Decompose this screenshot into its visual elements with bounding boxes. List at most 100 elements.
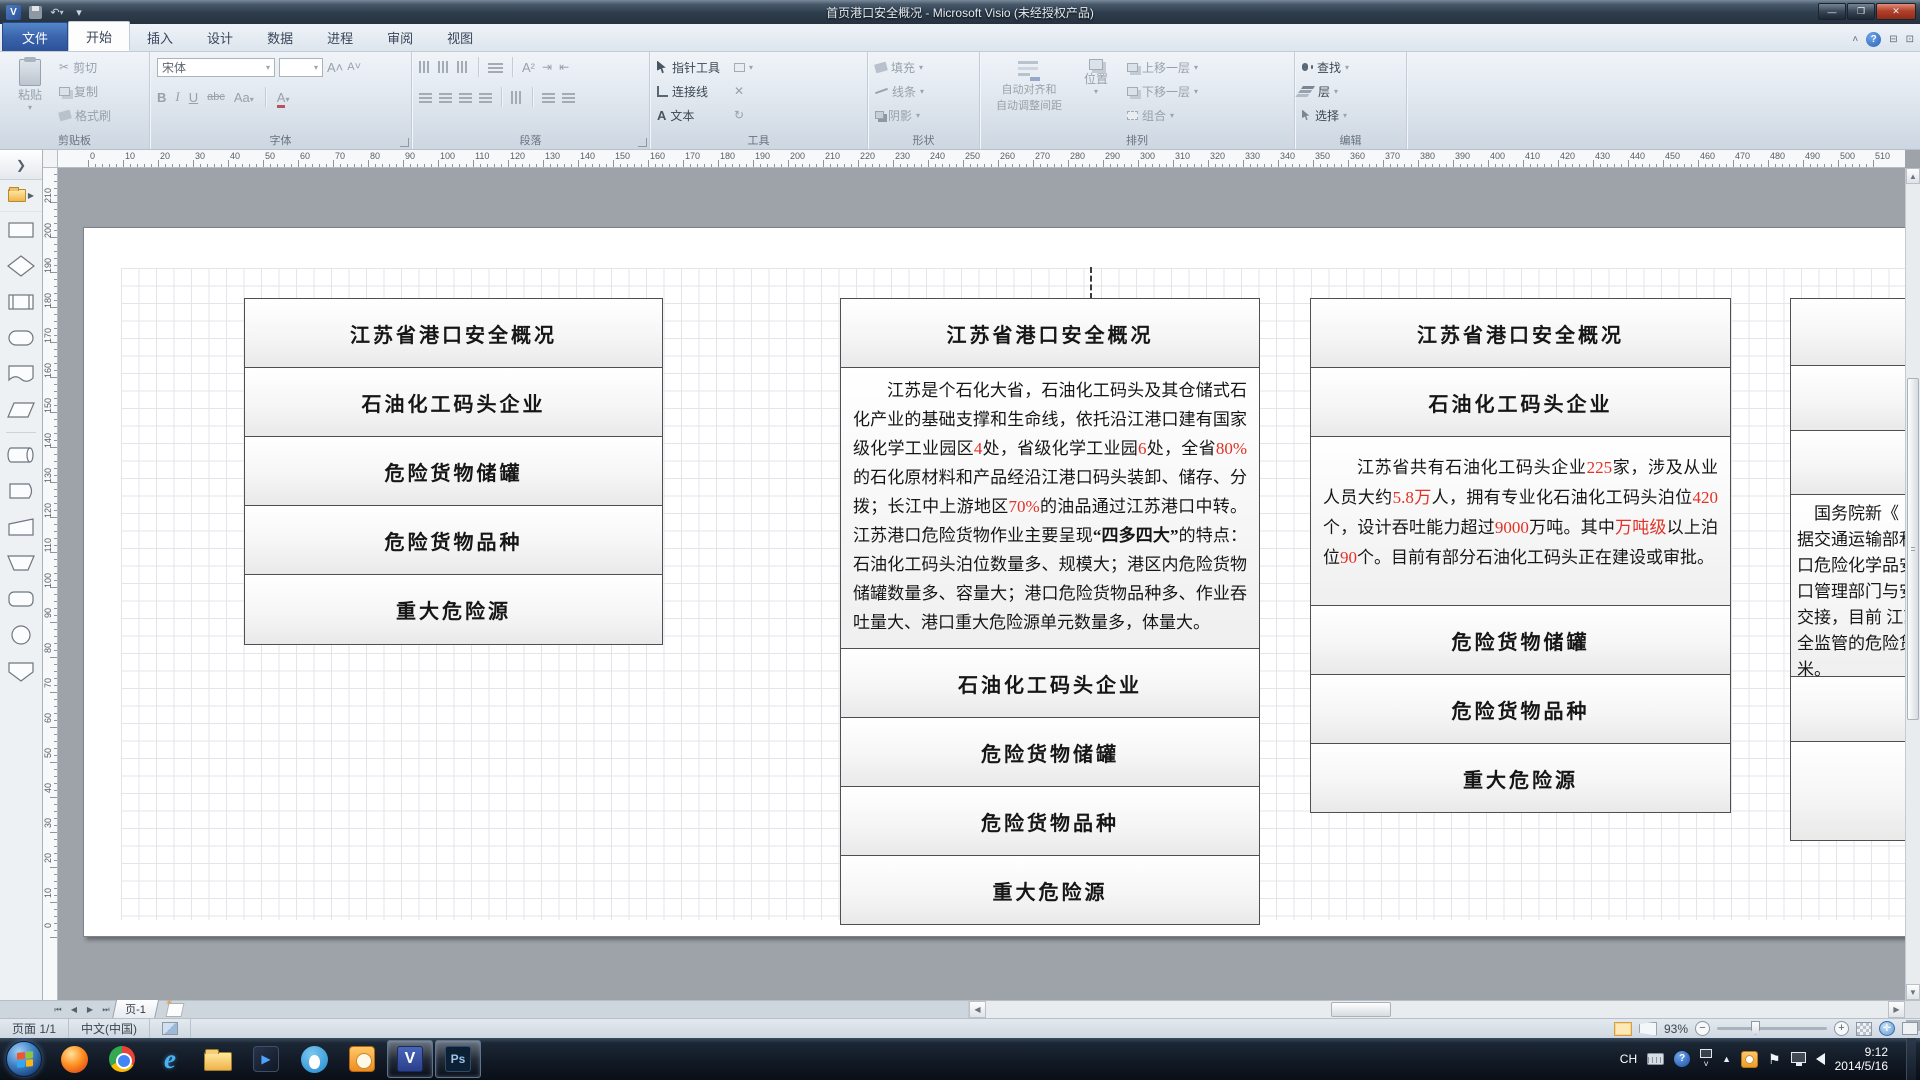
volume-icon[interactable] bbox=[1816, 1053, 1825, 1065]
flow-box[interactable]: 危险货物品种 bbox=[1310, 674, 1731, 744]
font-dialog-launcher-icon[interactable] bbox=[400, 138, 409, 147]
stencil-shape-parallelogram[interactable] bbox=[0, 392, 42, 428]
maximize-button[interactable]: ❐ bbox=[1847, 3, 1875, 20]
tab-review[interactable]: 审阅 bbox=[370, 23, 430, 51]
find-button[interactable]: 查找▾ bbox=[1299, 55, 1402, 79]
status-page-indicator[interactable]: 页面 1/1 bbox=[0, 1019, 69, 1038]
insert-page-icon[interactable] bbox=[165, 1003, 184, 1017]
flow-box-title[interactable]: 江苏省港口安全概况 bbox=[244, 298, 663, 368]
tray-window-icon[interactable]: ˅ bbox=[1700, 1049, 1712, 1069]
keyboard-icon[interactable] bbox=[1647, 1053, 1664, 1065]
stencil-shape-document[interactable] bbox=[0, 356, 42, 392]
line-button[interactable]: 线条▾ bbox=[872, 79, 975, 103]
stencil-shape-rounded-rectangle[interactable] bbox=[0, 581, 42, 617]
line-spacing-left-icon[interactable] bbox=[419, 61, 431, 73]
flow-box-title[interactable]: 江苏省港口安全概况 bbox=[840, 298, 1260, 368]
auto-align-button[interactable]: 自动对齐和 自动调整间距 bbox=[984, 55, 1074, 113]
group-button[interactable]: 组合▾ bbox=[1124, 103, 1201, 127]
taskbar-qq[interactable] bbox=[291, 1040, 337, 1078]
flow-box-paragraph[interactable]: 国务院新《 据交通运输部和 口危险化学品安 口管理部门与安 交接，目前 江苏 全… bbox=[1790, 494, 1905, 677]
page-tab[interactable]: 页-1 bbox=[112, 1000, 159, 1019]
position-button[interactable]: 位置▾ bbox=[1074, 55, 1118, 96]
zoom-window-icon[interactable]: ✛ bbox=[1879, 1021, 1895, 1036]
clock[interactable]: 9:12 2014/5/16 bbox=[1835, 1045, 1896, 1073]
scroll-left-button[interactable]: ◀ bbox=[969, 1001, 986, 1018]
hidden-icons-chevron[interactable]: ▲ bbox=[1722, 1054, 1731, 1064]
status-zoom-value[interactable]: 93% bbox=[1664, 1022, 1688, 1036]
tab-view[interactable]: 视图 bbox=[430, 23, 490, 51]
next-page-button[interactable]: ▶ bbox=[82, 1002, 98, 1018]
taskbar-firefox[interactable] bbox=[51, 1040, 97, 1078]
horizontal-scroll-thumb[interactable] bbox=[1331, 1002, 1391, 1017]
stencil-shape-inverted-trapezoid[interactable] bbox=[0, 545, 42, 581]
stencil-shape-card[interactable] bbox=[0, 473, 42, 509]
ime-indicator[interactable]: CH bbox=[1620, 1052, 1637, 1066]
flow-box[interactable] bbox=[1790, 741, 1905, 841]
flow-box[interactable]: 危险货物品种 bbox=[244, 505, 663, 575]
switch-windows-icon[interactable] bbox=[1902, 1022, 1918, 1035]
cut-button[interactable]: ✂剪切 bbox=[56, 55, 114, 79]
scroll-down-button[interactable]: ▼ bbox=[1906, 984, 1920, 1000]
status-language[interactable]: 中文(中国) bbox=[69, 1019, 150, 1038]
increase-indent-icon[interactable] bbox=[562, 92, 575, 103]
vertical-scrollbar[interactable]: ▲ ▼ bbox=[1905, 168, 1920, 1000]
italic-button[interactable]: I bbox=[175, 89, 179, 105]
tab-data[interactable]: 数据 bbox=[250, 23, 310, 51]
flow-box[interactable] bbox=[1790, 676, 1905, 742]
collapse-ribbon-icon[interactable]: ˄ bbox=[1852, 34, 1858, 45]
font-size-combo[interactable]: ▾ bbox=[279, 58, 323, 77]
zoom-out-icon[interactable]: − bbox=[1695, 1021, 1710, 1036]
minimize-button[interactable]: — bbox=[1818, 3, 1846, 20]
vertical-ruler[interactable]: 0102030405060708090100110120130140150160… bbox=[43, 168, 58, 1000]
network-icon[interactable] bbox=[1791, 1055, 1806, 1063]
stencil-shape-shield[interactable] bbox=[0, 653, 42, 689]
pointer-tool-button[interactable]: 指针工具 bbox=[654, 55, 723, 79]
shadow-button[interactable]: 阴影▾ bbox=[872, 103, 975, 127]
format-painter-button[interactable]: 格式刷 bbox=[56, 103, 114, 127]
flow-box[interactable] bbox=[1790, 365, 1905, 431]
send-backward-button[interactable]: 下移一层▾ bbox=[1124, 79, 1201, 103]
tray-help-icon[interactable]: ? bbox=[1674, 1051, 1690, 1067]
taskbar-mail-app[interactable] bbox=[339, 1040, 385, 1078]
fill-button[interactable]: 填充▾ bbox=[872, 55, 975, 79]
text-direction-icon[interactable] bbox=[511, 91, 523, 104]
underline-button[interactable]: U bbox=[189, 90, 198, 105]
superscript-icon[interactable]: A² bbox=[522, 60, 535, 75]
indent-right-arrow-icon[interactable]: ⇥ bbox=[542, 60, 552, 74]
layers-button[interactable]: 层▾ bbox=[1299, 79, 1402, 103]
grow-font-icon[interactable]: A˄ bbox=[327, 60, 343, 75]
flow-box[interactable]: 危险货物储罐 bbox=[1310, 605, 1731, 675]
data-graphics-icon[interactable] bbox=[150, 1019, 191, 1038]
tab-insert[interactable]: 插入 bbox=[130, 23, 190, 51]
vertical-scroll-thumb[interactable] bbox=[1907, 378, 1919, 720]
clock-app-icon[interactable] bbox=[1741, 1051, 1758, 1068]
scroll-right-button[interactable]: ▶ bbox=[1888, 1001, 1905, 1018]
doc-minimize-icon[interactable]: ⊟ bbox=[1889, 34, 1897, 45]
expand-shapes-panel-button[interactable]: ❯ bbox=[0, 150, 42, 180]
font-name-combo[interactable]: 宋体▾ bbox=[157, 58, 275, 77]
flow-box[interactable]: 石油化工码头企业 bbox=[840, 648, 1260, 718]
fit-page-icon[interactable] bbox=[1856, 1022, 1872, 1036]
flow-box[interactable]: 重大危险源 bbox=[840, 855, 1260, 925]
last-page-button[interactable]: ⏭ bbox=[98, 1002, 114, 1018]
tab-design[interactable]: 设计 bbox=[190, 23, 250, 51]
bring-forward-button[interactable]: 上移一层▾ bbox=[1124, 55, 1201, 79]
prev-page-button[interactable]: ◀ bbox=[66, 1002, 82, 1018]
stencil-shape-trapezoid[interactable] bbox=[0, 509, 42, 545]
flow-box[interactable]: 石油化工码头企业 bbox=[244, 367, 663, 437]
stencil-shape-rectangle[interactable] bbox=[0, 212, 42, 248]
flow-box[interactable]: 重大危险源 bbox=[244, 574, 663, 645]
taskbar-explorer[interactable] bbox=[195, 1040, 241, 1078]
decrease-indent-icon[interactable] bbox=[542, 92, 555, 103]
taskbar-internet-explorer[interactable]: e bbox=[147, 1040, 193, 1078]
flow-box[interactable]: 重大危险源 bbox=[1310, 743, 1731, 813]
start-button[interactable] bbox=[6, 1041, 42, 1077]
align-justify-icon[interactable] bbox=[479, 92, 492, 103]
horizontal-ruler[interactable]: 0102030405060708090100110120130140150160… bbox=[58, 150, 1905, 168]
stencil-shape-circle[interactable] bbox=[0, 617, 42, 653]
flow-box[interactable]: 危险货物储罐 bbox=[244, 436, 663, 506]
first-page-button[interactable]: ⏮ bbox=[50, 1002, 66, 1018]
shrink-font-icon[interactable]: A˅ bbox=[347, 61, 361, 73]
flow-box-paragraph[interactable]: 江苏是个石化大省，石油化工码头及其仓储式石化产业的基础支撑和生命线，依托沿江港口… bbox=[840, 367, 1260, 649]
align-left-icon[interactable] bbox=[419, 92, 432, 103]
